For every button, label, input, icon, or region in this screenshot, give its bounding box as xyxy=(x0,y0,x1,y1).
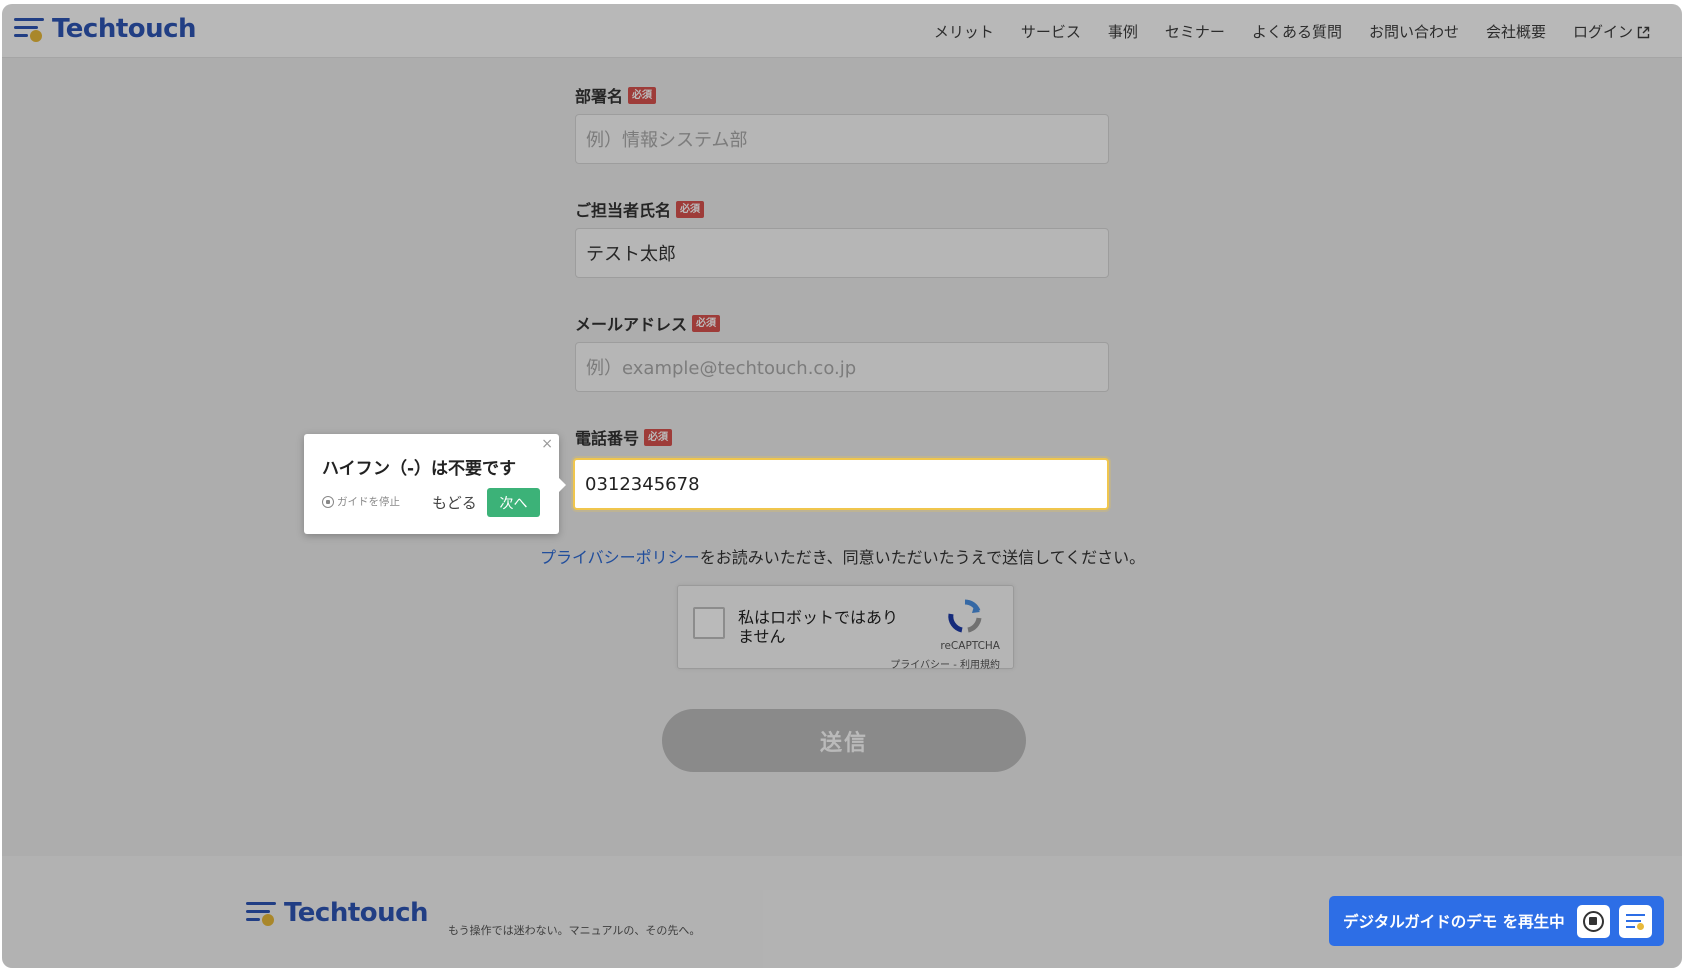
tooltip-close-icon[interactable]: × xyxy=(541,437,553,451)
recaptcha-links[interactable]: プライバシー - 利用規約 xyxy=(890,656,1000,671)
department-input[interactable]: 例）情報システム部 xyxy=(575,114,1109,164)
login-label: ログイン xyxy=(1572,22,1633,41)
techtouch-logo-icon xyxy=(14,16,46,42)
nav-item-contact[interactable]: お問い合わせ xyxy=(1369,21,1459,42)
nav-item-service[interactable]: サービス xyxy=(1021,21,1081,42)
nav-item-company[interactable]: 会社概要 xyxy=(1486,21,1546,42)
stop-guide-button[interactable]: ガイドを停止 xyxy=(322,494,400,509)
demo-guide-menu-button[interactable] xyxy=(1619,905,1652,938)
submit-button[interactable]: 送信 xyxy=(662,709,1026,772)
recaptcha-widget: 私はロボットではありません reCAPTCHA プライバシー - 利用規約 xyxy=(677,585,1014,671)
header-logo[interactable]: Techtouch xyxy=(14,14,197,44)
main-nav: メリット サービス 事例 セミナー よくある質問 お問い合わせ 会社概要 ログイ… xyxy=(934,4,1650,58)
nav-item-cases[interactable]: 事例 xyxy=(1108,21,1138,42)
tooltip-back-button[interactable]: もどる xyxy=(432,492,477,513)
contact-name-label-text: ご担当者氏名 xyxy=(575,201,672,220)
tooltip-next-button[interactable]: 次へ xyxy=(487,488,540,517)
department-label-text: 部署名 xyxy=(575,87,624,106)
phone-label: 電話番号 必須 xyxy=(575,426,1109,448)
stop-icon xyxy=(322,495,334,508)
privacy-policy-link[interactable]: プライバシーポリシー xyxy=(540,548,700,567)
footer-logo[interactable]: Techtouch xyxy=(246,898,429,928)
required-badge: 必須 xyxy=(628,86,657,104)
department-group: 部署名 必須 例）情報システム部 xyxy=(575,84,1109,164)
nav-item-login[interactable]: ログイン xyxy=(1573,21,1650,42)
contact-name-group: ご担当者氏名 必須 テスト太郎 xyxy=(575,198,1109,278)
stop-guide-label: ガイドを停止 xyxy=(337,496,400,508)
email-group: メールアドレス 必須 例）example@techtouch.co.jp xyxy=(575,312,1109,392)
email-input[interactable]: 例）example@techtouch.co.jp xyxy=(575,342,1109,392)
techtouch-logo-icon xyxy=(246,900,278,926)
required-badge: 必須 xyxy=(676,200,705,218)
nav-item-merit[interactable]: メリット xyxy=(934,21,994,42)
privacy-notice: プライバシーポリシーをお読みいただき、同意いただいたうえで送信してください。 xyxy=(540,544,1160,568)
nav-item-seminar[interactable]: セミナー xyxy=(1165,21,1225,42)
phone-input[interactable]: 0312345678 xyxy=(573,458,1109,510)
department-label: 部署名 必須 xyxy=(575,84,1109,106)
brand-name: Techtouch xyxy=(52,14,197,44)
recaptcha-checkbox[interactable] xyxy=(693,607,725,639)
nav-item-faq[interactable]: よくある質問 xyxy=(1252,21,1342,42)
phone-label-text: 電話番号 xyxy=(575,429,640,448)
footer-brand-name: Techtouch xyxy=(284,898,429,928)
external-link-icon xyxy=(1637,25,1650,38)
recaptcha-logo-icon xyxy=(946,598,984,634)
tooltip-arrow xyxy=(557,476,566,494)
tooltip-title: ハイフン（-）は不要です xyxy=(322,459,517,479)
demo-banner-text: デジタルガイドのデモ を再生中 xyxy=(1343,913,1565,931)
stop-circle-icon xyxy=(1583,911,1604,932)
demo-stop-button[interactable] xyxy=(1577,905,1610,938)
required-badge: 必須 xyxy=(692,314,721,332)
required-badge: 必須 xyxy=(644,428,673,446)
contact-name-label: ご担当者氏名 必須 xyxy=(575,198,1109,220)
contact-name-input[interactable]: テスト太郎 xyxy=(575,228,1109,278)
guide-tooltip: ハイフン（-）は不要です × ガイドを停止 もどる 次へ xyxy=(304,434,559,534)
privacy-text: をお読みいただき、同意いただいたうえで送信してください。 xyxy=(699,548,1146,567)
recaptcha-brand: reCAPTCHA xyxy=(940,640,1000,652)
phone-group: 電話番号 必須 xyxy=(575,426,1109,448)
site-header: Techtouch メリット サービス 事例 セミナー よくある質問 お問い合わ… xyxy=(2,4,1682,58)
demo-banner: デジタルガイドのデモ を再生中 xyxy=(1329,896,1664,946)
email-label: メールアドレス 必須 xyxy=(575,312,1109,334)
contact-form: 部署名 必須 例）情報システム部 ご担当者氏名 必須 テスト太郎 メールアドレス… xyxy=(575,84,1109,482)
email-label-text: メールアドレス xyxy=(575,315,688,334)
recaptcha-label: 私はロボットではありません xyxy=(738,608,899,646)
footer-tagline: もう操作では迷わない。マニュアルの、その先へ。 xyxy=(448,924,701,937)
